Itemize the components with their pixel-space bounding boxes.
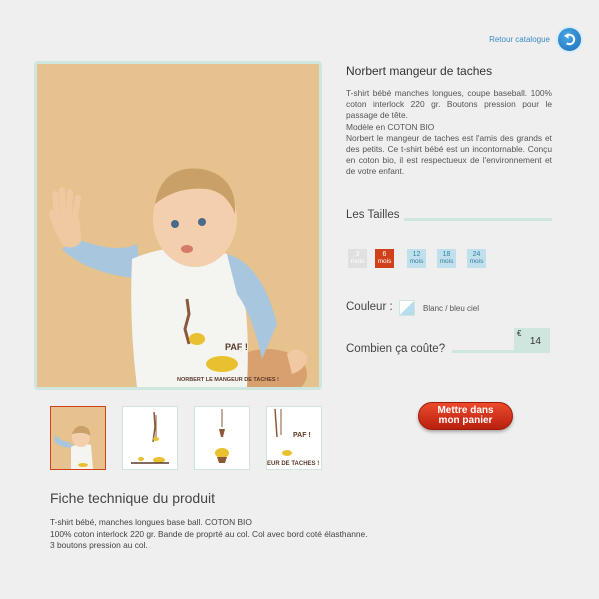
svg-text:EUR DE TACHES !: EUR DE TACHES !	[267, 461, 319, 467]
size-selector[interactable]: 3 mois 6 mois 12 mois 18 mois 24 mois	[348, 249, 486, 268]
thumbnail-print-text[interactable]: PAF ! EUR DE TACHES !	[266, 406, 322, 470]
technical-line: T-shirt bébé, manches longues base ball.…	[50, 517, 252, 527]
main-product-photo: PAF ! NORBERT LE MANGEUR DE TACHES !	[34, 61, 322, 390]
back-arrow-icon[interactable]	[556, 26, 583, 53]
add-to-cart-button[interactable]: Mettre dans mon panier	[418, 402, 513, 430]
sizes-divider	[404, 218, 552, 221]
technical-sheet-title: Fiche technique du produit	[50, 490, 215, 506]
baby-photo-illustration: PAF ! NORBERT LE MANGEUR DE TACHES !	[37, 64, 319, 387]
color-swatch[interactable]	[399, 300, 415, 316]
product-description: T-shirt bébé manches longues, coupe base…	[346, 88, 552, 178]
thumbnail-gallery: PAF ! EUR DE TACHES !	[50, 406, 322, 470]
size-option-24[interactable]: 24 mois	[467, 249, 486, 268]
shirt-print-norbert: NORBERT LE MANGEUR DE TACHES !	[177, 377, 279, 383]
cart-label-line2: mon panier	[438, 415, 493, 426]
price-divider	[452, 350, 516, 353]
size-option-18[interactable]: 18 mois	[437, 249, 456, 268]
technical-line: 100% coton interlock 220 gr. Bande de pr…	[50, 528, 368, 539]
color-title: Couleur :	[346, 301, 393, 313]
size-option-3: 3 mois	[348, 249, 367, 268]
retour-catalogue-label[interactable]: Retour catalogue	[489, 35, 550, 44]
shirt-print-paf: PAF !	[225, 342, 248, 352]
retour-catalogue-link[interactable]: Retour catalogue	[489, 26, 583, 53]
description-line: Modèle en COTON BIO	[346, 121, 435, 132]
description-line: T-shirt bébé manches longues, coupe base…	[346, 88, 552, 121]
size-option-12[interactable]: 12 mois	[407, 249, 426, 268]
sizes-title: Les Tailles	[346, 209, 400, 221]
price-title: Combien ça coûte?	[346, 343, 446, 355]
color-value: Blanc / bleu ciel	[423, 304, 480, 313]
technical-line: 3 boutons pression au col.	[50, 540, 148, 550]
price-value: 14	[529, 336, 541, 347]
thumbnail-print-detail[interactable]	[194, 406, 250, 470]
description-line: Norbert le mangeur de taches est l'amis …	[346, 132, 552, 177]
size-option-6[interactable]: 6 mois	[375, 249, 394, 268]
product-title: Norbert mangeur de taches	[346, 64, 493, 78]
price-currency: €	[517, 329, 522, 338]
price-box: € 14	[514, 328, 550, 353]
svg-text:PAF !: PAF !	[293, 432, 311, 439]
thumbnail-print-front[interactable]	[122, 406, 178, 470]
technical-sheet-body: T-shirt bébé, manches longues base ball.…	[50, 517, 368, 552]
thumbnail-baby-photo[interactable]	[50, 406, 106, 470]
